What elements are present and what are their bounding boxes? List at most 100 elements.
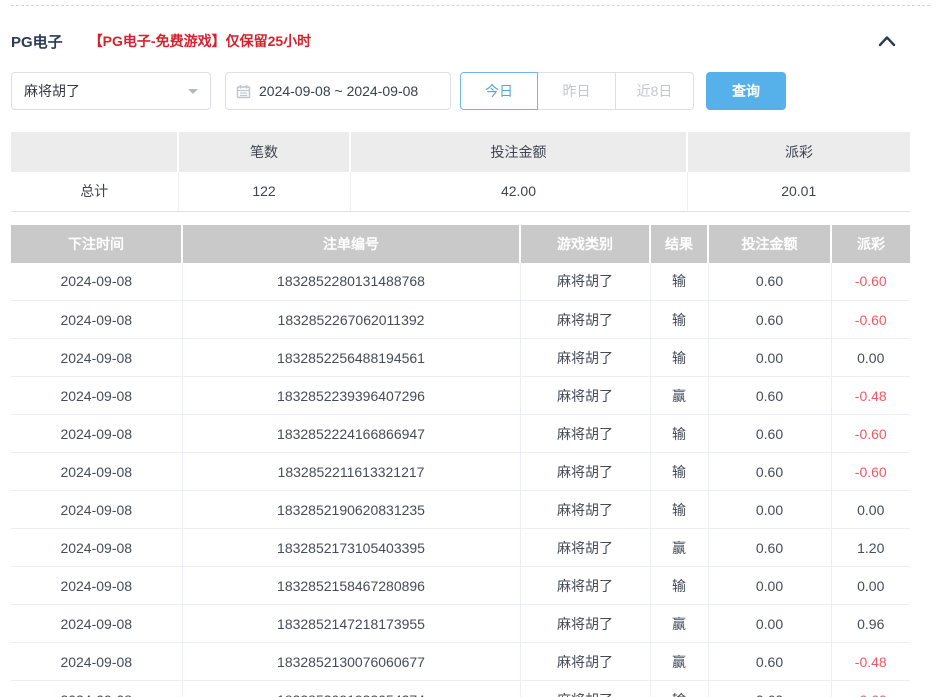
- cell-payout: 0.00: [831, 491, 910, 529]
- cell-result: 赢: [650, 377, 708, 415]
- panel-header: PG电子 【PG电子-免费游戏】仅保留25小时: [11, 30, 930, 52]
- cell-result: 赢: [650, 529, 708, 567]
- cell-time: 2024-09-08: [11, 263, 182, 301]
- cell-game: 麻将胡了: [520, 529, 650, 567]
- records-table: 下注时间注单编号游戏类别结果投注金额派彩 2024-09-08183285228…: [11, 225, 910, 697]
- table-row: 2024-09-081832852256488194561麻将胡了输0.000.…: [11, 339, 910, 377]
- cell-bet: 0.00: [708, 567, 831, 605]
- cell-order_id: 1832852239396407296: [182, 377, 520, 415]
- summary-header-cell: 投注金额: [350, 132, 687, 172]
- cell-bet: 0.60: [708, 643, 831, 681]
- date-range-input[interactable]: 2024-09-08 ~ 2024-09-08: [225, 72, 451, 110]
- cell-game: 麻将胡了: [520, 453, 650, 491]
- cell-payout: -0.60: [831, 453, 910, 491]
- filter-bar: 麻将胡了 2024-09-08 ~ 2024-09-08 今日昨日近8日 查询: [11, 72, 930, 110]
- query-button[interactable]: 查询: [706, 72, 786, 110]
- cell-result: 输: [650, 491, 708, 529]
- collapse-button[interactable]: [878, 35, 896, 47]
- table-row: 2024-09-081832852173105403395麻将胡了赢0.601.…: [11, 529, 910, 567]
- table-row: 2024-09-081832852158467280896麻将胡了输0.000.…: [11, 567, 910, 605]
- cell-bet: 0.60: [708, 681, 831, 697]
- table-row: 2024-09-081832852190620831235麻将胡了输0.000.…: [11, 491, 910, 529]
- cell-game: 麻将胡了: [520, 605, 650, 643]
- table-row: 2024-09-081832852130076060677麻将胡了赢0.60-0…: [11, 643, 910, 681]
- cell-order_id: 1832852190620831235: [182, 491, 520, 529]
- caret-down-icon: [188, 89, 198, 94]
- cell-payout: -0.48: [831, 377, 910, 415]
- top-divider: [11, 5, 930, 6]
- summary-total-cell: 42.00: [350, 172, 687, 211]
- table-row: 2024-09-081832852211613321217麻将胡了输0.60-0…: [11, 453, 910, 491]
- summary-total-cell: 122: [178, 172, 350, 211]
- quick-filter-button-1[interactable]: 昨日: [538, 72, 616, 110]
- cell-payout: -0.60: [831, 415, 910, 453]
- date-range-value: 2024-09-08 ~ 2024-09-08: [259, 83, 418, 99]
- cell-payout: -0.48: [831, 643, 910, 681]
- cell-payout: 0.00: [831, 567, 910, 605]
- cell-bet: 0.60: [708, 529, 831, 567]
- game-select[interactable]: 麻将胡了: [11, 72, 211, 110]
- cell-time: 2024-09-08: [11, 567, 182, 605]
- cell-bet: 0.00: [708, 605, 831, 643]
- cell-game: 麻将胡了: [520, 643, 650, 681]
- quick-filter-button-2[interactable]: 近8日: [616, 72, 694, 110]
- records-header-time: 下注时间: [11, 225, 182, 263]
- cell-order_id: 1832852173105403395: [182, 529, 520, 567]
- quick-filter-group: 今日昨日近8日: [460, 72, 694, 110]
- cell-game: 麻将胡了: [520, 301, 650, 339]
- records-header-order_id: 注单编号: [182, 225, 520, 263]
- summary-total-cell: 20.01: [687, 172, 910, 211]
- records-header-row: 下注时间注单编号游戏类别结果投注金额派彩: [11, 225, 910, 263]
- cell-game: 麻将胡了: [520, 415, 650, 453]
- calendar-icon: [236, 84, 251, 99]
- cell-bet: 0.00: [708, 339, 831, 377]
- chevron-up-icon: [878, 35, 896, 47]
- cell-result: 赢: [650, 605, 708, 643]
- records-header-result: 结果: [650, 225, 708, 263]
- panel-title: PG电子: [11, 31, 63, 52]
- cell-time: 2024-09-08: [11, 415, 182, 453]
- cell-game: 麻将胡了: [520, 491, 650, 529]
- cell-order_id: 1832852091933054274: [182, 681, 520, 697]
- cell-payout: -0.60: [831, 263, 910, 301]
- cell-time: 2024-09-08: [11, 643, 182, 681]
- cell-result: 输: [650, 263, 708, 301]
- cell-order_id: 1832852267062011392: [182, 301, 520, 339]
- summary-total-cell: 总计: [11, 172, 178, 211]
- summary-header-cell: [11, 132, 178, 172]
- cell-payout: 0.00: [831, 339, 910, 377]
- cell-payout: 1.20: [831, 529, 910, 567]
- cell-result: 输: [650, 567, 708, 605]
- cell-result: 输: [650, 339, 708, 377]
- table-row: 2024-09-081832852091933054274麻将胡了输0.60-0…: [11, 681, 910, 697]
- cell-result: 输: [650, 453, 708, 491]
- cell-bet: 0.60: [708, 377, 831, 415]
- cell-game: 麻将胡了: [520, 681, 650, 697]
- table-row: 2024-09-081832852224166866947麻将胡了输0.60-0…: [11, 415, 910, 453]
- cell-result: 输: [650, 301, 708, 339]
- table-row: 2024-09-081832852267062011392麻将胡了输0.60-0…: [11, 301, 910, 339]
- cell-game: 麻将胡了: [520, 377, 650, 415]
- records-body: 2024-09-081832852280131488768麻将胡了输0.60-0…: [11, 263, 910, 697]
- summary-header-cell: 笔数: [178, 132, 350, 172]
- cell-time: 2024-09-08: [11, 605, 182, 643]
- cell-result: 输: [650, 415, 708, 453]
- table-row: 2024-09-081832852280131488768麻将胡了输0.60-0…: [11, 263, 910, 301]
- summary-total-row: 总计12242.0020.01: [11, 172, 910, 211]
- cell-order_id: 1832852280131488768: [182, 263, 520, 301]
- cell-game: 麻将胡了: [520, 567, 650, 605]
- cell-time: 2024-09-08: [11, 339, 182, 377]
- game-select-value: 麻将胡了: [24, 81, 80, 101]
- quick-filter-button-0[interactable]: 今日: [460, 72, 538, 110]
- cell-bet: 0.60: [708, 453, 831, 491]
- cell-payout: 0.96: [831, 605, 910, 643]
- cell-order_id: 1832852256488194561: [182, 339, 520, 377]
- cell-order_id: 1832852158467280896: [182, 567, 520, 605]
- records-header-payout: 派彩: [831, 225, 910, 263]
- cell-order_id: 1832852211613321217: [182, 453, 520, 491]
- table-row: 2024-09-081832852239396407296麻将胡了赢0.60-0…: [11, 377, 910, 415]
- records-header-game: 游戏类别: [520, 225, 650, 263]
- summary-header-cell: 派彩: [687, 132, 910, 172]
- cell-time: 2024-09-08: [11, 529, 182, 567]
- cell-payout: -0.60: [831, 301, 910, 339]
